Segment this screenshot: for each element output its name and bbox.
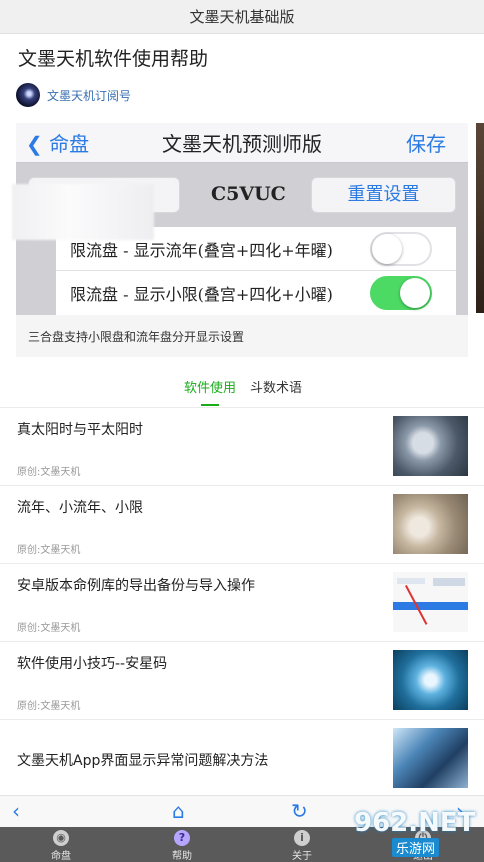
toggle-knob	[372, 234, 402, 264]
back-arrow-icon[interactable]: ‹	[12, 799, 20, 823]
screenshot-save-label: 保存	[406, 132, 446, 156]
list-item[interactable]: 安卓版本命例库的导出备份与导入操作 原创:文墨天机	[0, 563, 484, 641]
nav-label: 帮助	[172, 851, 192, 862]
screenshot-settings-list: 限流盘 - 显示流年(叠宫+四化+年曜) 限流盘 - 显示小限(叠宫+四化+小曜…	[56, 227, 456, 315]
thumb-detail	[397, 578, 425, 584]
article-source: 原创:文墨天机	[17, 545, 81, 556]
pocket-watch-image[interactable]	[393, 416, 468, 476]
banner-caption[interactable]: 三合盘支持小限盘和流年盘分开显示设置	[28, 328, 244, 345]
thumb-detail	[393, 602, 468, 610]
toggle-switch-on	[370, 276, 432, 310]
phones-image[interactable]	[393, 728, 468, 788]
nav-item-help[interactable]: ? 帮助	[152, 830, 212, 862]
article-title[interactable]: 软件使用小技巧--安星码	[17, 653, 377, 673]
author-name-link[interactable]: 文墨天机订阅号	[47, 87, 131, 104]
screenshot-reset-button: 重置设置	[311, 177, 456, 213]
screenshot-code: C5VUC	[211, 183, 286, 205]
chart-icon: ◉	[53, 830, 69, 846]
article-source: 原创:文墨天机	[17, 467, 81, 478]
article-title[interactable]: 安卓版本命例库的导出备份与导入操作	[17, 575, 377, 595]
screenshot-setting-label: 限流盘 - 显示小限(叠宫+四化+小曜)	[70, 285, 333, 304]
article-title[interactable]: 流年、小流年、小限	[17, 497, 377, 517]
watermark-subtext: 乐游网	[392, 838, 440, 857]
screenshot-nav-bar: ❮ 命盘 文墨天机预测师版 保存	[16, 123, 468, 163]
watermark-logo: 962.NET 乐游网	[346, 806, 478, 858]
nav-item-chart[interactable]: ◉ 命盘	[31, 830, 91, 862]
app-title: 文墨天机基础版	[189, 8, 295, 26]
article-source: 原创:文墨天机	[17, 623, 81, 634]
refresh-icon[interactable]: ↻	[291, 799, 308, 823]
article-title[interactable]: 文墨天机App界面显示异常问题解决方法	[17, 750, 377, 770]
toggle-switch-off	[370, 232, 432, 266]
tab-software-usage[interactable]: 软件使用	[184, 377, 236, 396]
active-tab-indicator	[201, 404, 219, 406]
page-title: 文墨天机软件使用帮助	[18, 48, 209, 70]
featured-banner[interactable]: ❮ 命盘 文墨天机预测师版 保存 C5VUC 重置设置 限流盘 - 显示流年(叠…	[16, 123, 468, 357]
nav-label: 关于	[292, 851, 312, 862]
thumb-detail	[433, 578, 465, 586]
list-item[interactable]: 流年、小流年、小限 原创:文墨天机	[0, 485, 484, 563]
next-slide-peek[interactable]	[476, 123, 484, 313]
avatar[interactable]	[16, 83, 40, 107]
article-source: 原创:文墨天机	[17, 701, 81, 712]
screenshot-setting-row: 限流盘 - 显示小限(叠宫+四化+小曜)	[56, 271, 456, 315]
screenshot-setting-label: 限流盘 - 显示流年(叠宫+四化+年曜)	[70, 241, 333, 260]
help-icon: ?	[174, 830, 190, 846]
category-tabs: 软件使用 斗数术语	[0, 371, 484, 407]
blurred-overlay	[12, 184, 154, 240]
toggle-knob	[400, 278, 430, 308]
screenshot-title: 文墨天机预测师版	[162, 132, 322, 156]
home-icon[interactable]: ⌂	[172, 799, 185, 823]
gears-image[interactable]	[393, 650, 468, 710]
list-item[interactable]: 软件使用小技巧--安星码 原创:文墨天机	[0, 641, 484, 719]
nav-label: 命盘	[51, 851, 71, 862]
watch-on-sand-image[interactable]	[393, 494, 468, 554]
info-icon: i	[294, 830, 310, 846]
watermark-text: 962.NET	[354, 808, 476, 838]
author-line[interactable]: 文墨天机订阅号	[16, 82, 131, 108]
app-title-bar: 文墨天机基础版	[0, 0, 484, 34]
tab-doushu-terms[interactable]: 斗数术语	[250, 377, 302, 396]
app-screenshot-image[interactable]	[393, 572, 468, 632]
list-item[interactable]: 真太阳时与平太阳时 原创:文墨天机	[0, 407, 484, 485]
article-title[interactable]: 真太阳时与平太阳时	[17, 419, 377, 439]
nav-item-about[interactable]: i 关于	[272, 830, 332, 862]
list-item[interactable]: 文墨天机App界面显示异常问题解决方法	[0, 719, 484, 797]
